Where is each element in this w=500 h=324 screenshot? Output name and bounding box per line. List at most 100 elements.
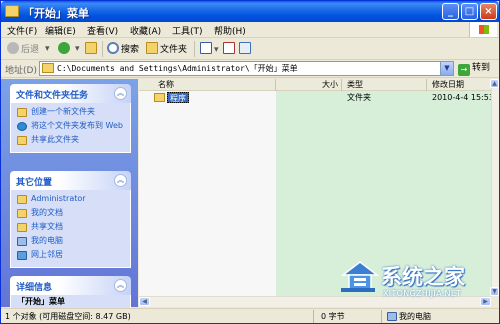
file-tasks-title: 文件和文件夹任务 bbox=[16, 91, 89, 101]
place-label: 我的电脑 bbox=[31, 236, 63, 245]
task-new-folder[interactable]: 创建一个新文件夹 bbox=[17, 107, 130, 119]
folder-up-icon bbox=[85, 42, 97, 54]
place-network[interactable]: 网上邻居 bbox=[17, 250, 130, 262]
title-bar[interactable]: 「开始」菜单 _ □ × bbox=[1, 1, 499, 22]
task-share-folder[interactable]: 共享此文件夹 bbox=[17, 135, 130, 147]
back-dropdown[interactable]: ▾ bbox=[45, 42, 50, 56]
folder-icon bbox=[154, 93, 165, 102]
toolbar-separator bbox=[194, 41, 195, 57]
close-button[interactable]: × bbox=[480, 3, 497, 20]
status-location: 我的电脑 bbox=[387, 311, 431, 322]
details-title: 详细信息 bbox=[16, 283, 53, 293]
file-tasks-panel: 文件和文件夹任务 ︽ 创建一个新文件夹 将这个文件夹发布到 Web 共享此文件夹 bbox=[10, 84, 131, 153]
task-publish-web[interactable]: 将这个文件夹发布到 Web bbox=[17, 121, 130, 133]
other-places-title: 其它位置 bbox=[16, 178, 53, 188]
address-dropdown-button[interactable]: ▼ bbox=[440, 62, 453, 75]
other-places-panel: 其它位置 ︽ Administrator 我的文档 共享文档 我的电脑 网上邻居 bbox=[10, 171, 131, 268]
list-item[interactable]: 程序 文件夹 2010-4-4 15:53 bbox=[139, 92, 494, 103]
column-name[interactable]: 名称 bbox=[139, 79, 276, 91]
menu-help[interactable]: 帮助(H) bbox=[214, 24, 246, 37]
up-folder-button[interactable] bbox=[85, 42, 99, 56]
folder-options-button[interactable] bbox=[223, 42, 237, 56]
back-label: 后退 bbox=[21, 45, 40, 55]
forward-arrow-icon bbox=[58, 42, 70, 54]
page-icon bbox=[239, 42, 251, 54]
other-places-body: Administrator 我的文档 共享文档 我的电脑 网上邻居 bbox=[10, 190, 131, 268]
computer-icon bbox=[17, 237, 27, 246]
go-arrow-icon: → bbox=[458, 64, 470, 76]
status-size: 0 字节 bbox=[321, 312, 345, 321]
menu-tools[interactable]: 工具(T) bbox=[172, 24, 203, 37]
watermark-logo: 系统之家 XITONGZHIJIA.NET bbox=[341, 257, 500, 307]
folder-icon bbox=[42, 63, 54, 73]
window-title: 「开始」菜单 bbox=[23, 7, 89, 20]
minimize-button[interactable]: _ bbox=[442, 3, 459, 20]
details-name: 「开始」菜单 bbox=[17, 297, 65, 306]
back-arrow-icon bbox=[7, 42, 19, 54]
other-places-header[interactable]: 其它位置 ︽ bbox=[10, 171, 131, 190]
place-administrator[interactable]: Administrator bbox=[17, 194, 130, 206]
menu-file[interactable]: 文件(F) bbox=[7, 24, 37, 37]
search-button[interactable]: 搜索 bbox=[107, 42, 139, 56]
back-button[interactable]: 后退 bbox=[7, 42, 39, 56]
go-label: 转到 bbox=[472, 63, 491, 73]
task-label: 将这个文件夹发布到 Web bbox=[31, 121, 123, 130]
sync-button[interactable] bbox=[239, 42, 253, 56]
scroll-up-arrow-icon[interactable]: ▲ bbox=[490, 79, 499, 88]
scroll-left-arrow-icon[interactable]: ◀ bbox=[139, 297, 150, 306]
menu-bar: 文件(F) 编辑(E) 查看(V) 收藏(A) 工具(T) 帮助(H) bbox=[1, 22, 499, 38]
task-pane: 文件和文件夹任务 ︽ 创建一个新文件夹 将这个文件夹发布到 Web 共享此文件夹 bbox=[1, 79, 138, 309]
toolbar-separator bbox=[102, 41, 103, 57]
place-label: 我的文档 bbox=[31, 208, 63, 217]
column-header: 名称 大小 类型 修改日期 bbox=[139, 79, 491, 91]
watermark-subtitle: XITONGZHIJIA.NET bbox=[383, 289, 462, 298]
menu-view[interactable]: 查看(V) bbox=[87, 24, 118, 37]
go-button[interactable]: → 转到 bbox=[458, 61, 490, 76]
place-shared-documents[interactable]: 共享文档 bbox=[17, 222, 130, 234]
collapse-chevron-icon[interactable]: ︽ bbox=[114, 87, 127, 100]
address-path: C:\Documents and Settings\Administrator\… bbox=[57, 64, 298, 73]
task-label: 创建一个新文件夹 bbox=[31, 107, 95, 116]
status-location-label: 我的电脑 bbox=[399, 312, 431, 321]
forward-button[interactable] bbox=[58, 42, 72, 56]
views-icon bbox=[200, 42, 212, 54]
details-body: 「开始」菜单 bbox=[10, 295, 131, 309]
share-folder-icon bbox=[17, 136, 27, 145]
item-modified: 2010-4-4 15:53 bbox=[432, 93, 494, 102]
folders-label: 文件夹 bbox=[160, 45, 188, 55]
web-publish-icon bbox=[17, 122, 27, 131]
collapse-chevron-icon[interactable]: ︽ bbox=[114, 279, 127, 292]
toolbar: 后退 ▾ ▾ 搜索 文件夹 ▾ bbox=[1, 38, 499, 60]
folder-icon bbox=[5, 5, 19, 17]
place-my-documents[interactable]: 我的文档 bbox=[17, 208, 130, 220]
status-object-count: 1 个对象 (可用磁盘空间: 8.47 GB) bbox=[5, 312, 131, 321]
folders-button[interactable]: 文件夹 bbox=[146, 42, 187, 56]
collapse-chevron-icon[interactable]: ︽ bbox=[114, 174, 127, 187]
address-input[interactable]: C:\Documents and Settings\Administrator\… bbox=[39, 61, 454, 76]
address-label: 地址(D) bbox=[5, 66, 37, 76]
column-modified[interactable]: 修改日期 bbox=[427, 79, 491, 91]
item-name: 程序 bbox=[167, 92, 189, 103]
column-type[interactable]: 类型 bbox=[342, 79, 427, 91]
file-tasks-body: 创建一个新文件夹 将这个文件夹发布到 Web 共享此文件夹 bbox=[10, 103, 131, 153]
menu-edit[interactable]: 编辑(E) bbox=[45, 24, 76, 37]
task-label: 共享此文件夹 bbox=[31, 135, 79, 144]
address-bar: 地址(D) C:\Documents and Settings\Administ… bbox=[1, 60, 499, 78]
explorer-window: 「开始」菜单 _ □ × 文件(F) 编辑(E) 查看(V) 收藏(A) 工具(… bbox=[0, 0, 500, 324]
search-icon bbox=[107, 42, 119, 54]
windows-logo-icon bbox=[469, 22, 497, 37]
file-tasks-header[interactable]: 文件和文件夹任务 ︽ bbox=[10, 84, 131, 103]
column-size[interactable]: 大小 bbox=[276, 79, 342, 91]
views-button[interactable]: ▾ bbox=[200, 42, 219, 56]
menu-favorites[interactable]: 收藏(A) bbox=[130, 24, 161, 37]
folders-icon bbox=[146, 42, 158, 54]
documents-icon bbox=[17, 209, 27, 218]
computer-icon bbox=[387, 312, 397, 321]
new-folder-icon bbox=[17, 108, 27, 117]
place-label: 共享文档 bbox=[31, 222, 63, 231]
place-my-computer[interactable]: 我的电脑 bbox=[17, 236, 130, 248]
maximize-button[interactable]: □ bbox=[461, 3, 478, 20]
details-header[interactable]: 详细信息 ︽ bbox=[10, 276, 131, 295]
item-type: 文件夹 bbox=[347, 93, 371, 102]
forward-dropdown[interactable]: ▾ bbox=[75, 42, 80, 56]
